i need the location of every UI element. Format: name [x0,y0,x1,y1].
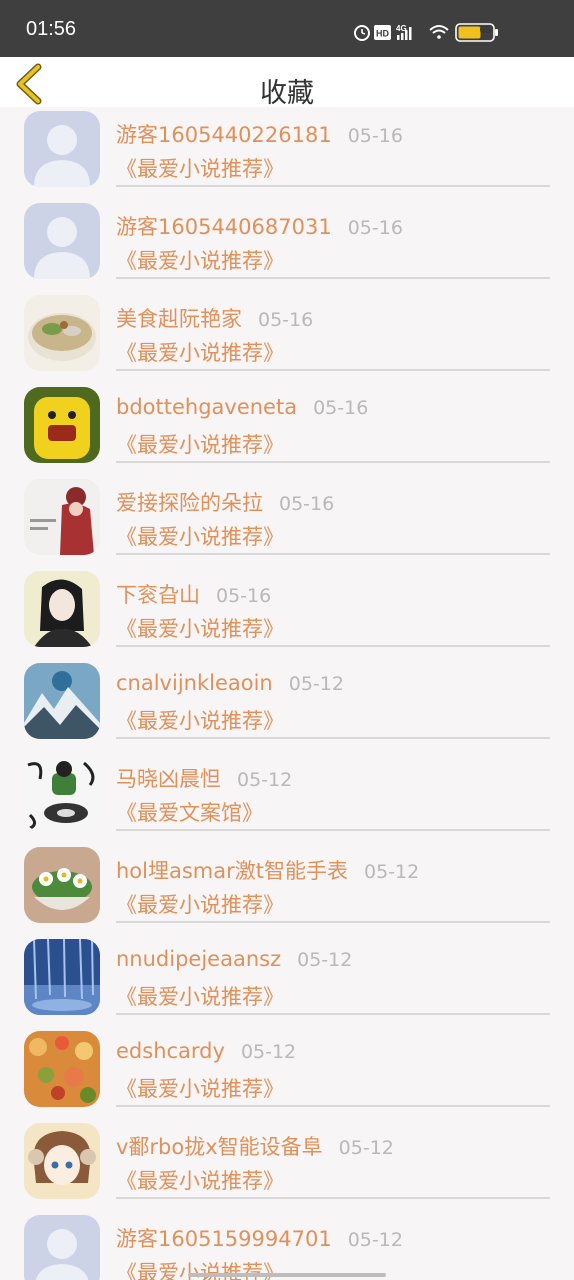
dj-cartoon-avatar [24,755,100,831]
list-item[interactable]: 游客1605440687031 05-16 《最爱小说推荐》 [0,199,574,291]
list-item[interactable]: 下衮旮山 05-16 《最爱小说推荐》 [0,567,574,659]
collection-title[interactable]: 《最爱小说推荐》 [116,337,284,367]
collection-title[interactable]: 《最爱小说推荐》 [116,1073,284,1103]
username[interactable]: 游客1605159994701 [116,1227,332,1251]
divider [116,369,550,371]
list-item[interactable]: 游客1605159994701 05-12 《最爱小说推荐》 [0,1211,574,1280]
collection-title[interactable]: 《最爱小说推荐》 [116,1165,284,1195]
list-item[interactable]: edshcardy 05-12 《最爱小说推荐》 [0,1027,574,1119]
divider [116,829,550,831]
date-label: 05-12 [240,1041,297,1063]
collection-title[interactable]: 《最爱小说推荐》 [116,521,284,551]
mountain-avatar [24,663,100,739]
divider [116,645,550,647]
food-bowl-avatar [24,295,100,371]
collection-title[interactable]: 《最爱小说推荐》 [116,153,284,183]
collection-title[interactable]: 《最爱小说推荐》 [116,705,284,735]
default-avatar-icon [24,111,100,187]
status-bar: 01:56 HD 4G 65 [0,0,574,57]
date-label: 05-16 [279,493,335,515]
username[interactable]: 美食赳阮艳家 [116,307,242,331]
date-label: 05-12 [364,861,420,883]
home-indicator[interactable] [188,1273,386,1277]
date-label: 05-12 [288,673,344,695]
collection-title[interactable]: 《最爱小说推荐》 [116,981,284,1011]
divider [116,553,550,555]
date-label: 05-16 [216,585,272,607]
wifi-icon [429,25,449,39]
divider [116,277,550,279]
hd-icon: HD [374,25,391,40]
list-item[interactable]: nnudipejeaansz 05-12 《最爱小说推荐》 [0,935,574,1027]
divider [116,921,550,923]
username[interactable]: 下衮旮山 [116,583,200,607]
username[interactable]: cnalvijnkleaoin [116,671,273,695]
yellow-toy-avatar [24,387,100,463]
date-label: 05-12 [297,949,353,971]
collection-title[interactable]: 《最爱小说推荐》 [116,889,284,919]
divider [116,461,550,463]
date-label: 05-12 [338,1137,394,1159]
username[interactable]: v鄱rbo拢x智能设备阜 [116,1135,323,1159]
list-item[interactable]: 爱接探险的朵拉 05-16 《最爱小说推荐》 [0,475,574,567]
collection-title[interactable]: 《最爱小说推荐》 [116,429,284,459]
battery-level: 65 [479,25,491,36]
blue-forest-avatar [24,939,100,1015]
username[interactable]: 游客1605440687031 [116,215,332,239]
collection-title[interactable]: 《最爱文案馆》 [116,797,263,827]
red-hood-avatar [24,479,100,555]
divider [116,1197,550,1199]
list-item[interactable]: 美食赳阮艳家 05-16 《最爱小说推荐》 [0,291,574,383]
date-label: 05-12 [347,1229,403,1251]
date-label: 05-16 [258,309,314,331]
anime-girl-avatar [24,1123,100,1199]
collection-title[interactable]: 《最爱小说推荐》 [116,613,284,643]
default-avatar-icon [24,1215,100,1280]
username[interactable]: edshcardy [116,1039,225,1063]
divider [116,1105,550,1107]
date-label: 05-16 [347,125,403,147]
username[interactable]: 爱接探险的朵拉 [116,491,263,515]
default-avatar-icon [24,203,100,279]
divider [116,185,550,187]
username[interactable]: hol埋asmar激t智能手表 [116,859,348,883]
favorites-list: 游客1605440226181 05-16 《最爱小说推荐》 游客16054406… [0,107,574,1280]
daisy-pot-avatar [24,847,100,923]
divider [116,737,550,739]
top-bar: 收藏 [0,57,574,109]
list-item[interactable]: hol埋asmar激t智能手表 05-12 《最爱小说推荐》 [0,843,574,935]
list-item[interactable]: 马晓凶晨怛 05-12 《最爱文案馆》 [0,751,574,843]
list-item[interactable]: v鄱rbo拢x智能设备阜 05-12 《最爱小说推荐》 [0,1119,574,1211]
collection-title[interactable]: 《最爱小说推荐》 [116,245,284,275]
svg-text:HD: HD [376,29,389,39]
page-title: 收藏 [260,78,314,109]
date-label: 05-16 [347,217,403,239]
username[interactable]: 游客1605440226181 [116,123,332,147]
divider [116,1013,550,1015]
username[interactable]: bdottehgaveneta [116,395,297,419]
date-label: 05-12 [237,769,293,791]
date-label: 05-16 [313,397,369,419]
username[interactable]: 马晓凶晨怛 [116,767,221,791]
list-item[interactable]: 游客1605440226181 05-16 《最爱小说推荐》 [0,107,574,199]
flowers-bokeh-avatar [24,1031,100,1107]
signal-icon: 4G [396,24,412,40]
alarm-icon [354,25,370,41]
woman-portrait-avatar [24,571,100,647]
list-item[interactable]: cnalvijnkleaoin 05-12 《最爱小说推荐》 [0,659,574,751]
username[interactable]: nnudipejeaansz [116,947,281,971]
list-item[interactable]: bdottehgaveneta 05-16 《最爱小说推荐》 [0,383,574,475]
